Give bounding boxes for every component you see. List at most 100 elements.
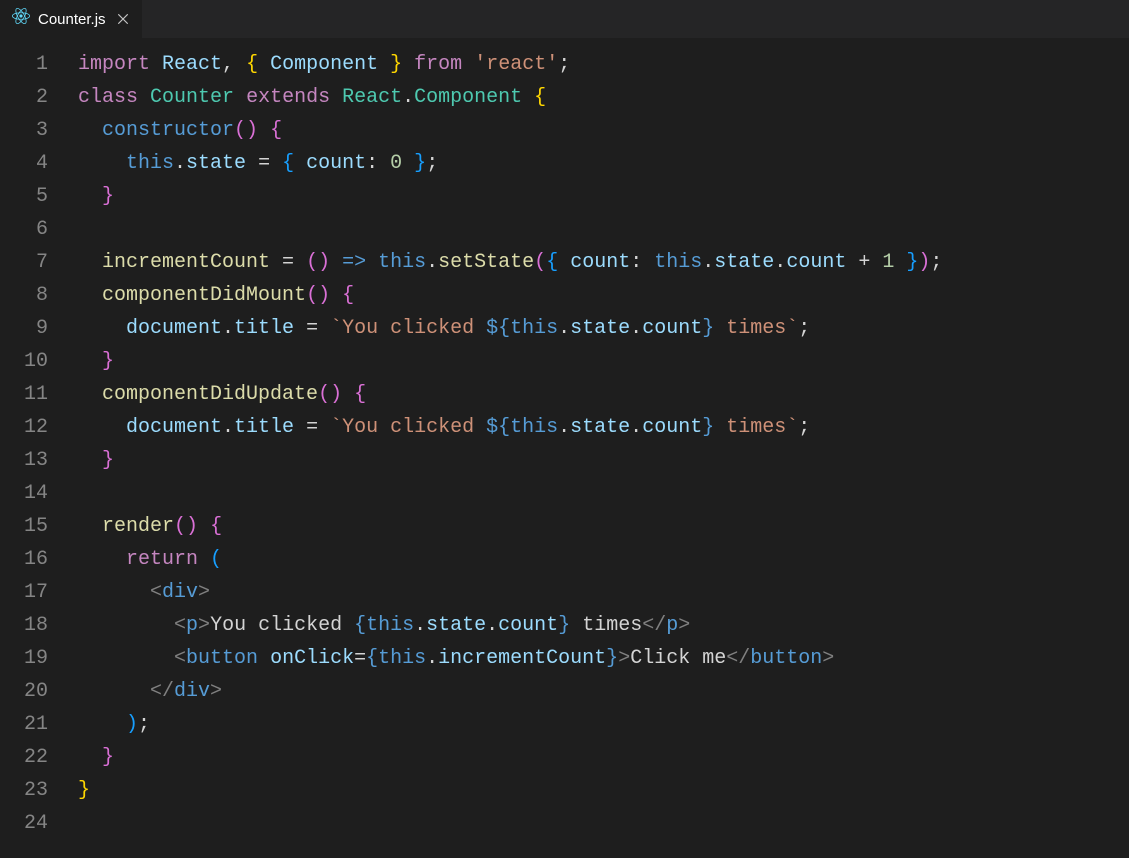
code-line[interactable]: } [78, 345, 1129, 378]
code-token: > [198, 581, 210, 604]
code-line[interactable] [78, 807, 1129, 840]
code-token: ; [138, 713, 150, 736]
code-token: ( [210, 548, 222, 571]
code-token [366, 251, 378, 274]
code-token: > [618, 647, 630, 670]
code-token: div [174, 680, 210, 703]
line-number-gutter: 123456789101112131415161718192021222324 [0, 48, 70, 858]
code-line[interactable]: document.title = `You clicked ${this.sta… [78, 411, 1129, 444]
code-line[interactable] [78, 213, 1129, 246]
line-number: 22 [0, 741, 48, 774]
code-token: } [102, 746, 114, 769]
code-token [258, 53, 270, 76]
code-editor[interactable]: 123456789101112131415161718192021222324 … [0, 38, 1129, 858]
code-line[interactable]: } [78, 180, 1129, 213]
code-token: onClick [270, 647, 354, 670]
code-line[interactable] [78, 477, 1129, 510]
code-line[interactable]: constructor() { [78, 114, 1129, 147]
line-number: 24 [0, 807, 48, 840]
code-token [462, 53, 474, 76]
code-token [78, 119, 102, 142]
code-line[interactable]: render() { [78, 510, 1129, 543]
code-token [150, 53, 162, 76]
code-token: { [270, 119, 282, 142]
code-token: ( [534, 251, 546, 274]
code-token: () [234, 119, 258, 142]
code-line[interactable]: <button onClick={this.incrementCount}>Cl… [78, 642, 1129, 675]
code-token [258, 119, 270, 142]
code-token [522, 86, 534, 109]
code-token: Click me [630, 647, 726, 670]
code-line[interactable]: this.state = { count: 0 }; [78, 147, 1129, 180]
code-token: class [78, 86, 138, 109]
code-line[interactable]: <p>You clicked {this.state.count} times<… [78, 609, 1129, 642]
code-token [78, 251, 102, 274]
code-token [78, 680, 150, 703]
code-token: ) [918, 251, 930, 274]
code-token [78, 284, 102, 307]
code-token [78, 152, 126, 175]
code-token: incrementCount [438, 647, 606, 670]
code-token: ${ [486, 317, 510, 340]
code-token: this [366, 614, 414, 637]
code-line[interactable]: import React, { Component } from 'react'… [78, 48, 1129, 81]
code-token [78, 350, 102, 373]
code-line[interactable]: componentDidMount() { [78, 279, 1129, 312]
code-token [342, 383, 354, 406]
code-token: . [426, 647, 438, 670]
code-token: import [78, 53, 150, 76]
code-token: this [654, 251, 702, 274]
code-token [330, 86, 342, 109]
code-token: count [642, 317, 702, 340]
code-line[interactable]: } [78, 774, 1129, 807]
code-token: } [906, 251, 918, 274]
code-token [330, 284, 342, 307]
code-token [78, 383, 102, 406]
code-token: ; [930, 251, 942, 274]
code-token [138, 86, 150, 109]
code-token: componentDidMount [102, 284, 306, 307]
code-token [78, 581, 150, 604]
line-number: 9 [0, 312, 48, 345]
code-token [78, 614, 174, 637]
code-token: . [630, 317, 642, 340]
line-number: 1 [0, 48, 48, 81]
code-token: React [342, 86, 402, 109]
code-token: count [498, 614, 558, 637]
code-line[interactable]: document.title = `You clicked ${this.sta… [78, 312, 1129, 345]
code-token: { [246, 53, 258, 76]
code-token: 0 [390, 152, 402, 175]
code-token: state [186, 152, 246, 175]
code-token: () [306, 284, 330, 307]
code-line[interactable]: componentDidUpdate() { [78, 378, 1129, 411]
tab-counter-js[interactable]: Counter.js [0, 0, 143, 38]
code-line[interactable]: class Counter extends React.Component { [78, 81, 1129, 114]
code-token: this [378, 647, 426, 670]
code-token: } [606, 647, 618, 670]
code-token: count [306, 152, 366, 175]
tab-close-button[interactable] [114, 10, 132, 28]
code-line[interactable]: ); [78, 708, 1129, 741]
code-token: { [546, 251, 558, 274]
code-token: = [294, 416, 330, 439]
code-line[interactable]: <div> [78, 576, 1129, 609]
code-token [78, 548, 126, 571]
code-token: ) [126, 713, 138, 736]
code-token: 1 [882, 251, 894, 274]
code-token [78, 416, 126, 439]
code-content[interactable]: import React, { Component } from 'react'… [70, 48, 1129, 858]
code-token [330, 251, 342, 274]
code-line[interactable]: } [78, 741, 1129, 774]
code-token: ; [798, 416, 810, 439]
code-token: this [378, 251, 426, 274]
code-line[interactable]: </div> [78, 675, 1129, 708]
code-token: ; [558, 53, 570, 76]
code-token: < [174, 614, 186, 637]
line-number: 4 [0, 147, 48, 180]
code-token: document [126, 416, 222, 439]
code-line[interactable]: } [78, 444, 1129, 477]
code-line[interactable]: return ( [78, 543, 1129, 576]
code-token [78, 449, 102, 472]
code-token: < [150, 581, 162, 604]
code-line[interactable]: incrementCount = () => this.setState({ c… [78, 246, 1129, 279]
